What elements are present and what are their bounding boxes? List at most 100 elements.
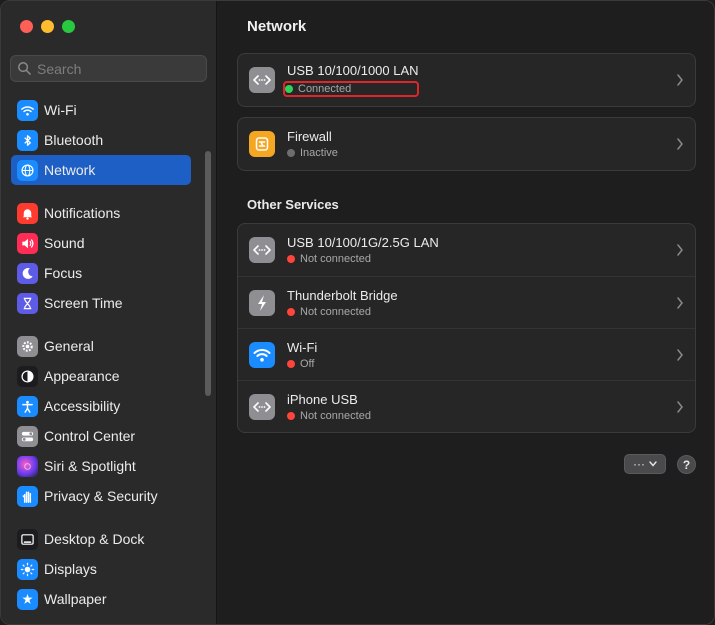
dock-icon [17, 528, 38, 550]
sidebar-item-siri-spotlight[interactable]: Siri & Spotlight [11, 451, 191, 481]
sidebar-item-label: Appearance [44, 368, 120, 384]
hourglass-icon [17, 292, 38, 314]
service-status: Not connected [287, 410, 374, 422]
search-input[interactable] [37, 60, 197, 77]
sidebar-item-notifications[interactable]: Notifications [11, 198, 191, 228]
sidebar-item-label: Bluetooth [44, 132, 104, 148]
service-name: iPhone USB [287, 391, 358, 407]
close-window-button[interactable] [20, 20, 33, 33]
search-box[interactable] [10, 55, 207, 82]
sidebar-item-label: Wi-Fi [44, 102, 77, 118]
appearance-icon [17, 365, 38, 387]
service-status: Connected [283, 81, 419, 97]
gear-icon [17, 335, 38, 357]
ethernet-icon [249, 237, 275, 263]
sidebar-scrollbar[interactable] [205, 151, 211, 396]
service-row-firewall[interactable]: Firewall Inactive [238, 118, 695, 170]
moon-icon [17, 262, 38, 284]
service-name: USB 10/100/1G/2.5G LAN [287, 235, 439, 250]
sidebar-item-label: Desktop & Dock [44, 531, 145, 547]
chevron-right-icon [677, 138, 683, 150]
wallpaper-icon [17, 588, 38, 610]
service-status-text: Inactive [300, 147, 338, 159]
ethernet-icon [249, 393, 275, 420]
status-dot [287, 149, 295, 157]
sidebar: Wi-Fi Bluetooth Network [1, 1, 217, 624]
service-status-text: Not connected [300, 409, 371, 422]
main-content: Network USB 10/100/1000 LAN Connected Fi… [218, 1, 714, 624]
service-status-text: Not connected [300, 305, 371, 318]
service-status: Not connected [287, 306, 398, 318]
service-row-wifi[interactable]: Wi-Fi Off [238, 328, 695, 380]
service-row-usb-2-5g-lan[interactable]: USB 10/100/1G/2.5G LAN Not connected [238, 224, 695, 276]
bluetooth-icon [17, 129, 38, 151]
service-status-text: Off [300, 357, 315, 370]
firewall-icon [249, 131, 275, 157]
status-dot [287, 359, 295, 368]
sun-icon [17, 558, 38, 580]
zoom-window-button[interactable] [62, 20, 75, 33]
chevron-down-icon [649, 461, 657, 467]
sidebar-item-network[interactable]: Network [11, 155, 191, 185]
sidebar-item-accessibility[interactable]: Accessibility [11, 391, 191, 421]
sidebar-item-label: General [44, 338, 94, 354]
chevron-right-icon [677, 349, 683, 361]
search-icon [18, 62, 31, 75]
service-status: Off [287, 358, 317, 370]
siri-icon [17, 455, 38, 477]
sidebar-item-label: Siri & Spotlight [44, 458, 136, 474]
globe-icon [17, 159, 38, 181]
sidebar-item-privacy-security[interactable]: Privacy & Security [11, 481, 191, 511]
primary-services-group: USB 10/100/1000 LAN Connected Firewall I… [237, 53, 696, 171]
wifi-icon [249, 341, 275, 368]
window-controls [20, 20, 75, 33]
accessibility-icon [17, 395, 38, 417]
sidebar-item-bluetooth[interactable]: Bluetooth [11, 125, 191, 155]
toggles-icon [17, 425, 38, 447]
thunderbolt-icon [249, 289, 275, 316]
chevron-right-icon [677, 74, 683, 86]
status-dot [285, 85, 293, 93]
minimize-window-button[interactable] [41, 20, 54, 33]
sidebar-list: Wi-Fi Bluetooth Network Notifications So… [1, 95, 201, 614]
service-status-text: Connected [298, 83, 352, 95]
sidebar-item-wallpaper[interactable]: Wallpaper [11, 584, 191, 614]
sidebar-item-label: Displays [44, 561, 97, 577]
sidebar-item-label: Control Center [44, 428, 136, 444]
sidebar-item-control-center[interactable]: Control Center [11, 421, 191, 451]
sidebar-item-appearance[interactable]: Appearance [11, 361, 191, 391]
sidebar-item-label: Wallpaper [44, 591, 107, 607]
settings-window: Wi-Fi Bluetooth Network [0, 0, 715, 625]
hand-icon [17, 485, 38, 507]
sidebar-item-general[interactable]: General [11, 331, 191, 361]
service-status: Inactive [287, 147, 341, 159]
service-row-thunderbolt-bridge[interactable]: Thunderbolt Bridge Not connected [238, 276, 695, 328]
more-actions-button[interactable]: ··· [624, 454, 666, 474]
ethernet-icon [249, 67, 275, 93]
sidebar-item-displays[interactable]: Displays [11, 554, 191, 584]
help-button[interactable]: ? [677, 455, 696, 474]
service-name: USB 10/100/1000 LAN [287, 63, 419, 78]
status-dot [287, 307, 295, 316]
sidebar-item-label: Accessibility [44, 398, 121, 414]
chevron-right-icon [677, 244, 683, 256]
more-actions-label: ··· [633, 457, 645, 471]
bell-icon [17, 202, 38, 224]
sidebar-item-focus[interactable]: Focus [11, 258, 191, 288]
sidebar-item-wifi[interactable]: Wi-Fi [11, 95, 191, 125]
sidebar-item-label: Notifications [44, 205, 121, 221]
wifi-icon [17, 99, 38, 121]
section-title: Other Services [247, 197, 339, 212]
status-dot [287, 255, 295, 263]
sidebar-item-label: Network [44, 162, 96, 178]
service-row-usb-lan[interactable]: USB 10/100/1000 LAN Connected [238, 54, 695, 106]
service-name: Thunderbolt Bridge [287, 287, 398, 303]
status-dot [287, 411, 295, 420]
sidebar-item-desktop-dock[interactable]: Desktop & Dock [11, 524, 191, 554]
sidebar-item-screen-time[interactable]: Screen Time [11, 288, 191, 318]
service-row-iphone-usb[interactable]: iPhone USB Not connected [238, 380, 695, 432]
chevron-right-icon [677, 401, 683, 413]
service-name: Firewall [287, 129, 332, 144]
sidebar-item-sound[interactable]: Sound [11, 228, 191, 258]
chevron-right-icon [677, 297, 683, 309]
